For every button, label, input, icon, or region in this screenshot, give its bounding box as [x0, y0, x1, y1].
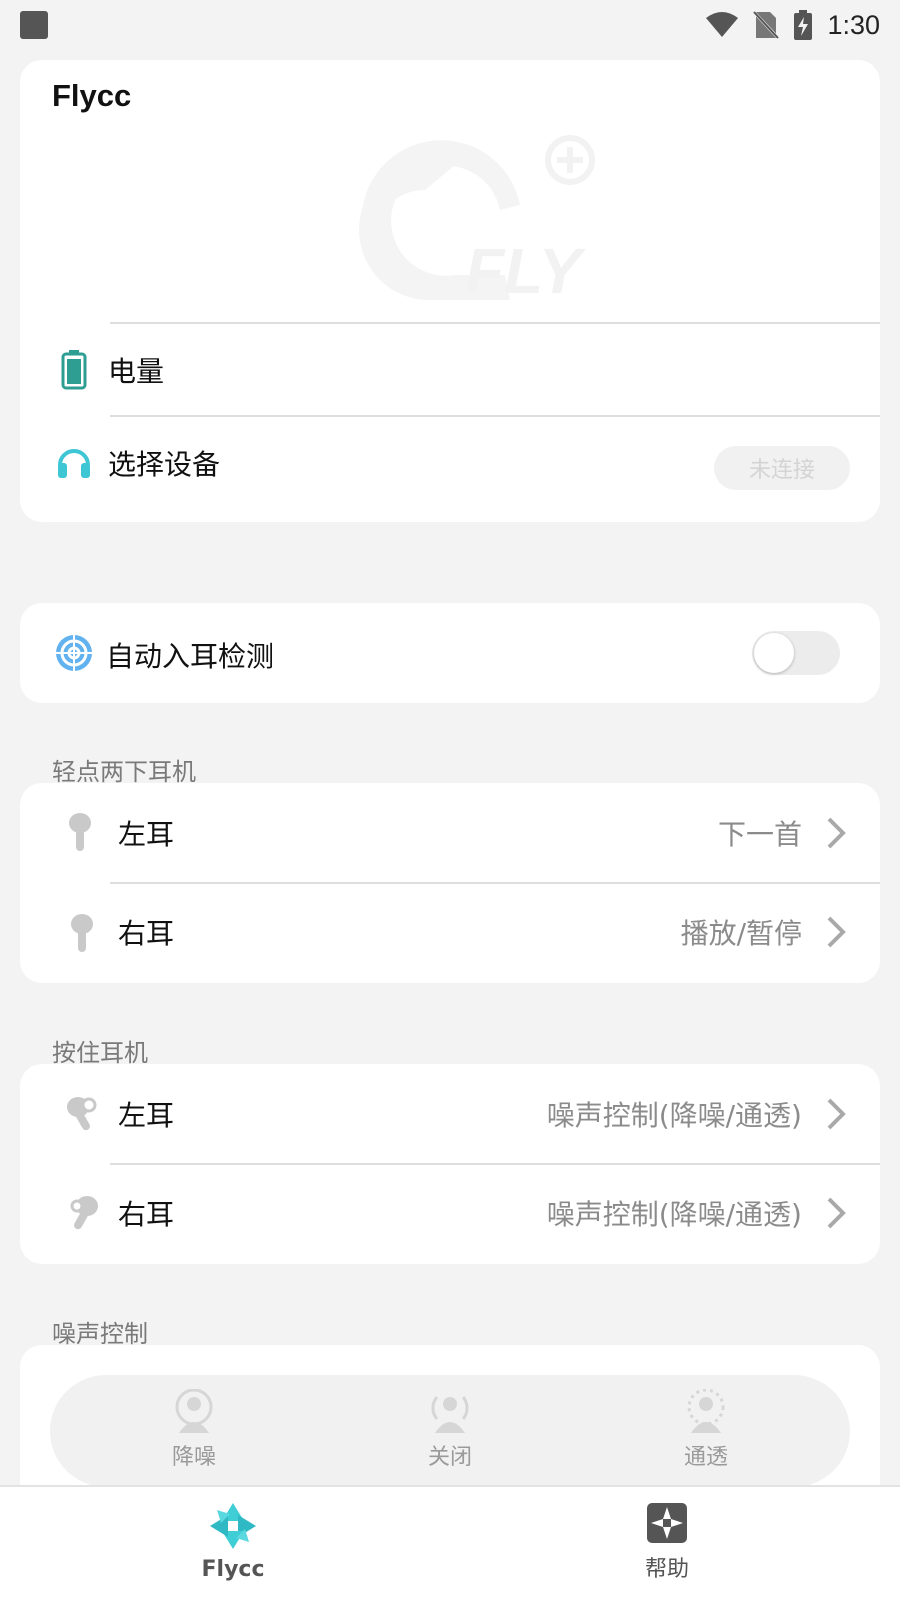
- double-tap-left-row[interactable]: 左耳 下一首: [20, 783, 880, 883]
- long-press-left-label: 左耳: [118, 1099, 175, 1132]
- nav-label-flycc: Flycc: [201, 1557, 265, 1582]
- auto-ear-label: 自动入耳检测: [106, 640, 275, 673]
- chevron-right-icon: [827, 1197, 846, 1229]
- noise-control-selector: 降噪 关闭 通透: [50, 1375, 850, 1487]
- flycc-logo-icon: FLY: [359, 135, 595, 307]
- device-card: Flycc FLY 电量 选择设备 未连接: [20, 60, 880, 522]
- noise-cancel-icon: [175, 1389, 213, 1433]
- anc-label-noise-cancel: 降噪: [171, 1445, 216, 1470]
- long-press-right-label: 右耳: [118, 1198, 175, 1231]
- long-press-section-title: 按住耳机: [52, 1039, 148, 1067]
- anc-label-off: 关闭: [427, 1445, 472, 1470]
- double-tap-left-label: 左耳: [118, 818, 175, 851]
- battery-icon: [58, 350, 90, 390]
- wifi-icon: [706, 12, 739, 37]
- flycc-tab-icon: [210, 1503, 256, 1549]
- chevron-right-icon: [827, 916, 846, 948]
- battery-charging-icon: [794, 10, 813, 40]
- right-earbud-icon: [68, 912, 98, 956]
- svg-text:FLY: FLY: [465, 235, 586, 307]
- toggle-knob: [754, 633, 794, 673]
- double-tap-left-value: 下一首: [717, 818, 802, 851]
- status-time: 1:30: [827, 9, 880, 40]
- nav-item-help[interactable]: 帮助: [607, 1501, 727, 1583]
- status-right: 1:30: [705, 10, 880, 41]
- anc-off-icon: [431, 1396, 469, 1433]
- right-earbud-press-icon: [66, 1193, 102, 1233]
- status-bar: 1:30: [0, 0, 900, 50]
- noise-control-card: 降噪 关闭 通透: [20, 1345, 880, 1505]
- select-device-row[interactable]: 选择设备 未连接: [20, 417, 880, 509]
- transparency-icon: [687, 1389, 725, 1433]
- long-press-right-value: 噪声控制(降噪/通透): [546, 1198, 802, 1231]
- double-tap-right-row[interactable]: 右耳 播放/暂停: [20, 884, 880, 983]
- auto-ear-toggle[interactable]: [752, 631, 840, 675]
- anc-option-off[interactable]: 关闭: [400, 1389, 500, 1471]
- device-status-badge: 未连接: [714, 446, 850, 490]
- app-title: Flycc: [52, 78, 132, 113]
- nav-label-help: 帮助: [644, 1557, 689, 1582]
- chevron-right-icon: [827, 817, 846, 849]
- battery-row: 电量: [20, 324, 880, 416]
- double-tap-card: 左耳 下一首 右耳 播放/暂停: [20, 783, 880, 983]
- anc-label-transparency: 通透: [683, 1445, 728, 1470]
- chevron-right-icon: [827, 1098, 846, 1130]
- target-icon: [54, 633, 94, 673]
- select-device-label: 选择设备: [108, 448, 221, 481]
- double-tap-right-label: 右耳: [118, 917, 175, 950]
- long-press-left-row[interactable]: 左耳 噪声控制(降噪/通透): [20, 1064, 880, 1164]
- double-tap-section-title: 轻点两下耳机: [52, 758, 196, 786]
- left-earbud-icon: [64, 811, 94, 855]
- anc-option-noise-cancel[interactable]: 降噪: [144, 1389, 244, 1471]
- nav-item-flycc[interactable]: Flycc: [173, 1501, 293, 1582]
- notification-icon: [20, 11, 48, 39]
- battery-label: 电量: [108, 355, 165, 388]
- headphones-icon: [56, 441, 92, 481]
- long-press-right-row[interactable]: 右耳 噪声控制(降噪/通透): [20, 1165, 880, 1264]
- bottom-nav: Flycc 帮助: [0, 1485, 900, 1600]
- anc-option-transparency[interactable]: 通透: [656, 1389, 756, 1471]
- no-sim-icon: [753, 11, 780, 39]
- double-tap-right-value: 播放/暂停: [680, 917, 802, 950]
- auto-ear-card: 自动入耳检测: [20, 603, 880, 703]
- long-press-card: 左耳 噪声控制(降噪/通透) 右耳 噪声控制(降噪/通透): [20, 1064, 880, 1264]
- help-tab-icon: [647, 1503, 687, 1543]
- left-earbud-press-icon: [64, 1094, 100, 1134]
- noise-control-section-title: 噪声控制: [52, 1320, 148, 1348]
- long-press-left-value: 噪声控制(降噪/通透): [546, 1099, 802, 1132]
